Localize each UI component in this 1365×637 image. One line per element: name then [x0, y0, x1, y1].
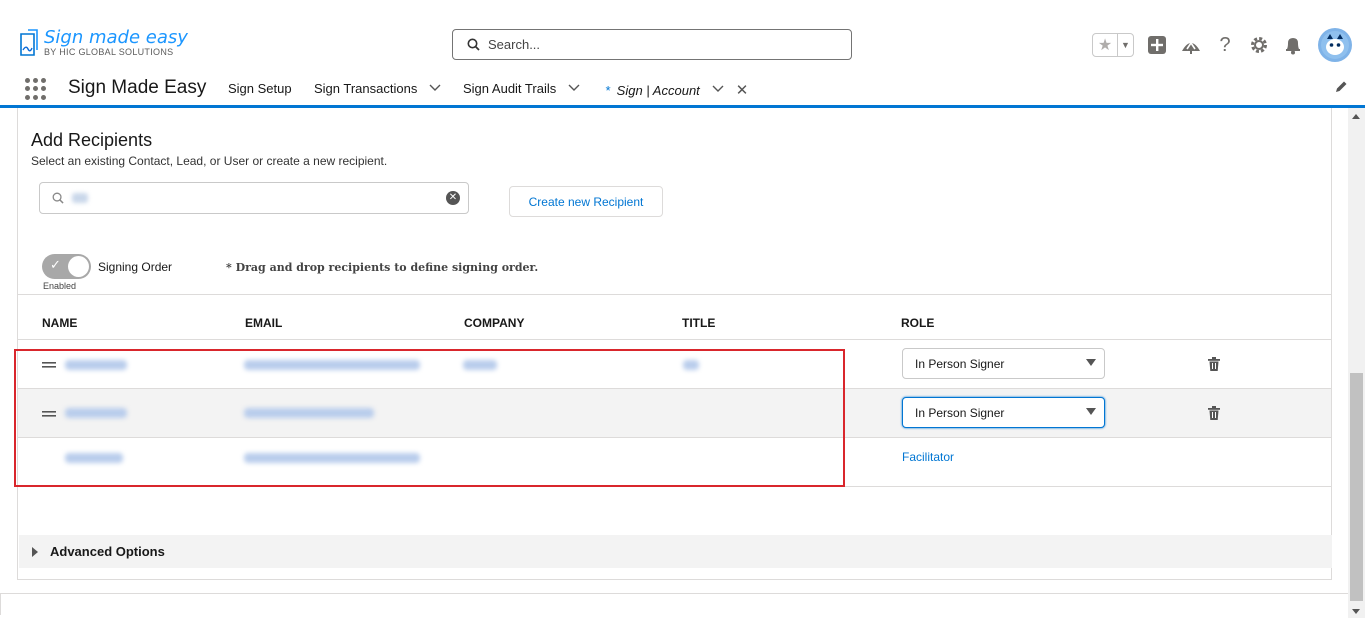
gear-icon[interactable]: [1248, 34, 1270, 56]
highlight-box: [14, 349, 845, 487]
tab-sign-audit-trails[interactable]: Sign Audit Trails: [463, 81, 580, 96]
column-header-name: NAME: [42, 316, 78, 330]
clear-icon[interactable]: ✕: [446, 191, 460, 205]
logo-subtitle: BY HIC GLOBAL SOLUTIONS: [44, 47, 174, 57]
role-select[interactable]: In Person Signer: [902, 348, 1105, 379]
advanced-options-section[interactable]: Advanced Options: [19, 535, 1332, 568]
create-new-recipient-button[interactable]: Create new Recipient: [509, 186, 663, 217]
role-select[interactable]: In Person Signer: [902, 397, 1105, 428]
drag-drop-hint: * Drag and drop recipients to define sig…: [226, 261, 539, 274]
caret-down-icon: [1086, 359, 1096, 366]
global-search-input[interactable]: Search...: [452, 29, 852, 60]
tab-label: * Sign | Account: [605, 82, 700, 98]
divider: [18, 294, 1331, 295]
signing-order-toggle[interactable]: ✓: [42, 254, 91, 279]
app-navigation-bar: Sign Made Easy Sign Setup Sign Transacti…: [0, 72, 1365, 108]
search-placeholder: Search...: [488, 37, 541, 52]
column-header-role: ROLE: [901, 316, 935, 330]
caret-right-icon[interactable]: [32, 547, 38, 557]
avatar[interactable]: [1318, 28, 1352, 62]
scroll-down-icon[interactable]: [1352, 609, 1360, 614]
app-logo[interactable]: Sign made easy BY HIC GLOBAL SOLUTIONS: [18, 28, 188, 58]
search-icon: [52, 192, 64, 204]
caret-down-icon: [1086, 408, 1096, 415]
tab-label: Sign Setup: [228, 81, 292, 96]
global-header: Sign made easy BY HIC GLOBAL SOLUTIONS S…: [0, 0, 1365, 72]
section-title: Add Recipients: [31, 130, 153, 150]
advanced-options-label: Advanced Options: [50, 544, 165, 559]
chevron-down-icon[interactable]: [429, 83, 441, 95]
signing-order-label: Signing Order: [98, 260, 173, 274]
check-icon: ✓: [50, 257, 61, 272]
signing-order-status: Enabled: [43, 281, 77, 291]
help-icon[interactable]: ?: [1214, 34, 1236, 56]
chevron-down-icon[interactable]: [568, 83, 580, 95]
scrollbar-thumb[interactable]: [1350, 373, 1363, 601]
column-header-company: COMPANY: [464, 316, 525, 330]
trash-icon[interactable]: [1208, 406, 1220, 420]
app-name: Sign Made Easy: [68, 77, 207, 98]
scroll-up-icon[interactable]: [1352, 114, 1360, 119]
divider: [0, 593, 1, 615]
column-header-email: EMAIL: [245, 316, 283, 330]
recipient-search-input[interactable]: ✕: [39, 182, 469, 214]
app-launcher-icon[interactable]: [25, 78, 47, 100]
favorites-group[interactable]: ★ ▼: [1092, 33, 1134, 57]
tab-sign-setup[interactable]: Sign Setup: [228, 81, 292, 96]
edit-nav-icon[interactable]: [1334, 80, 1348, 98]
tab-sign-account[interactable]: * Sign | Account ✕: [605, 81, 748, 99]
search-query-redacted: [72, 193, 88, 203]
role-facilitator-link[interactable]: Facilitator: [902, 450, 954, 464]
section-subtitle: Select an existing Contact, Lead, or Use…: [31, 154, 388, 168]
bell-icon[interactable]: [1282, 34, 1304, 56]
trailhead-icon[interactable]: [1180, 34, 1202, 56]
close-icon[interactable]: ✕: [736, 81, 749, 99]
chevron-down-icon[interactable]: ▼: [1117, 34, 1133, 56]
add-icon[interactable]: [1146, 34, 1168, 56]
column-header-title: TITLE: [682, 316, 716, 330]
star-icon[interactable]: ★: [1093, 34, 1117, 56]
tab-label: Sign Transactions: [314, 81, 418, 96]
add-recipients-card: Add Recipients Select an existing Contac…: [17, 108, 1332, 580]
logo-title: Sign made easy: [44, 27, 188, 48]
chevron-down-icon[interactable]: [712, 84, 724, 96]
tab-label: Sign Audit Trails: [463, 81, 557, 96]
divider: [0, 593, 1348, 594]
page-scrollbar[interactable]: [1348, 108, 1365, 618]
search-icon: [467, 38, 480, 51]
trash-icon[interactable]: [1208, 357, 1220, 371]
tab-sign-transactions[interactable]: Sign Transactions: [314, 81, 441, 96]
role-select-value: In Person Signer: [915, 405, 1005, 420]
logo-icon: [20, 29, 38, 56]
role-select-value: In Person Signer: [915, 356, 1005, 371]
unsaved-indicator: *: [605, 82, 611, 98]
